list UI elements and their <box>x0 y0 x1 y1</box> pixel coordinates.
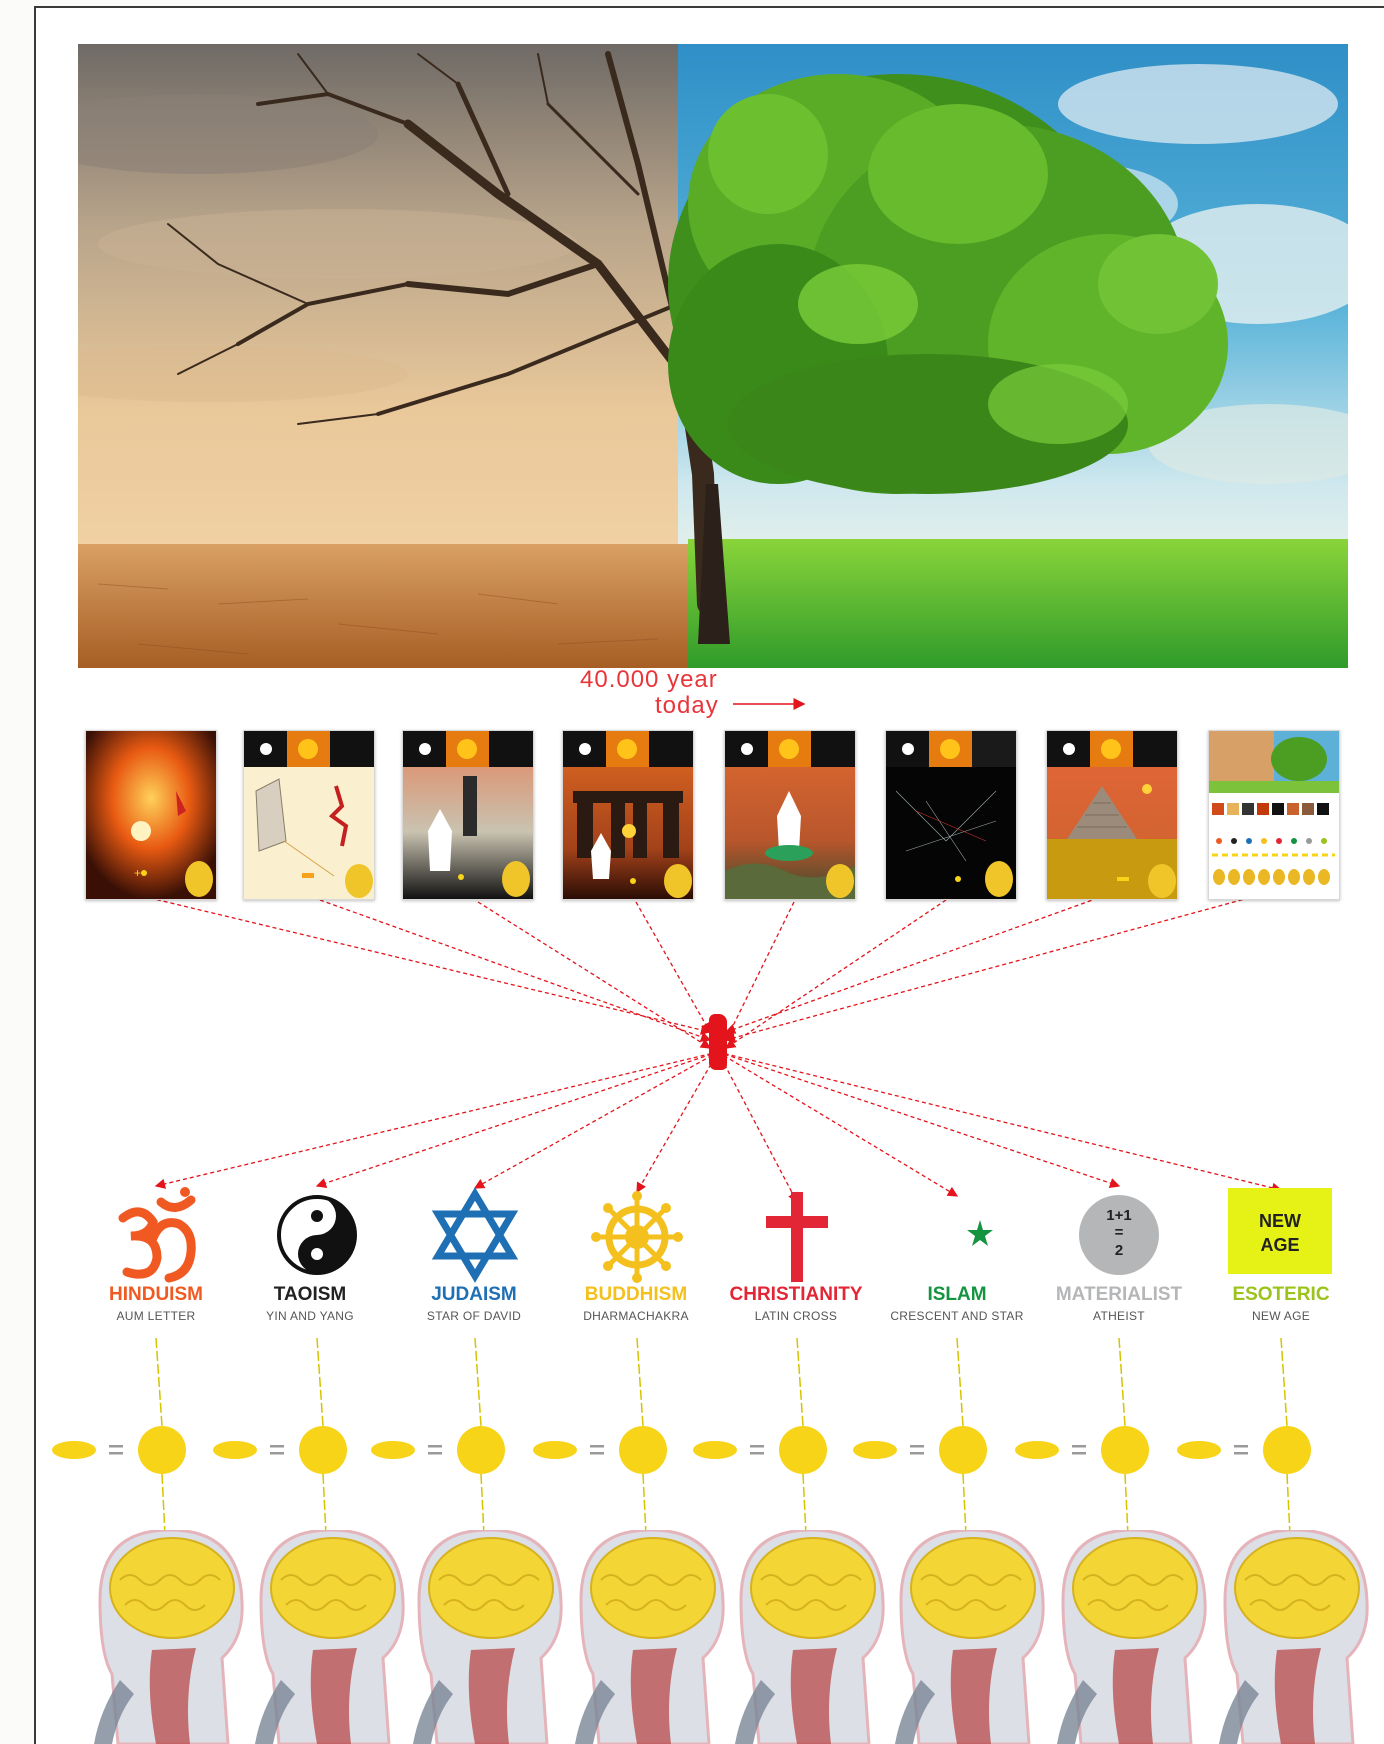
coin-large-5 <box>779 1426 827 1474</box>
link-line-upper-3 <box>474 1337 482 1427</box>
arrow-out-6 <box>717 1051 959 1197</box>
thumb-prophet-water <box>724 730 856 900</box>
brain-head-icon-5 <box>735 1530 885 1744</box>
thumb-cave-painting <box>243 730 375 900</box>
new-age-line1: NEW <box>1259 1211 1301 1231</box>
coin-large-1 <box>138 1426 186 1474</box>
christianity-label: CHRISTIANITY <box>729 1284 863 1305</box>
esoteric-symbol-label: NEW AGE <box>1251 1309 1311 1323</box>
link-line-upper-4 <box>636 1337 644 1427</box>
arrow-in-8 <box>724 895 1257 1043</box>
coin-small-8 <box>1177 1441 1221 1459</box>
new-age-line2: AGE <box>1260 1235 1299 1255</box>
materialist-icon-line2: = <box>1115 1224 1124 1241</box>
timeline-start-label: 40.000 year <box>580 666 718 693</box>
svg-text:+: + <box>134 866 141 880</box>
arrow-out-8 <box>717 1051 1283 1193</box>
equals-bottom-5 <box>750 1452 764 1455</box>
coin-small-5 <box>693 1441 737 1459</box>
esoteric-label: ESOTERIC <box>1232 1284 1330 1305</box>
coin-large-4 <box>619 1426 667 1474</box>
taoism-label: TAOISM <box>273 1284 347 1305</box>
arrow-out-4 <box>636 1051 719 1194</box>
materialist-icon-line3: 2 <box>1115 1242 1123 1259</box>
thumb-summary <box>1208 730 1340 900</box>
thumb-shaman <box>402 730 534 900</box>
latin-cross-icon <box>742 1180 852 1290</box>
equals-top-6 <box>910 1445 924 1448</box>
equals-top-5 <box>750 1445 764 1448</box>
coin-small-4 <box>533 1441 577 1459</box>
coin-large-8 <box>1263 1426 1311 1474</box>
thumb-pyramid <box>1046 730 1178 900</box>
yin-yang-icon <box>262 1180 372 1290</box>
poster: 40.000 year today + 1+1 = 2 NEW AGE HIND… <box>0 0 1384 1744</box>
one-plus-one-icon: 1+1 = 2 <box>1064 1180 1174 1290</box>
equals-top-2 <box>270 1445 284 1448</box>
coin-large-7 <box>1101 1426 1149 1474</box>
coin-small-1 <box>52 1441 96 1459</box>
materialist-label: MATERIALIST <box>1055 1284 1183 1305</box>
judaism-label: JUDAISM <box>431 1284 517 1305</box>
arrows-in <box>149 895 1257 1049</box>
brain-head-icon-3 <box>413 1530 563 1744</box>
equals-top-3 <box>428 1445 442 1448</box>
new-age-icon: NEW AGE <box>1226 1180 1336 1290</box>
coin-small-2 <box>213 1441 257 1459</box>
brain-head-icon-7 <box>1057 1530 1207 1744</box>
link-line-upper-1 <box>155 1337 163 1427</box>
arrow-in-7 <box>724 897 1099 1034</box>
arrow-out-2 <box>315 1051 719 1189</box>
equals-top-1 <box>109 1445 123 1448</box>
arrow-in-4 <box>635 901 711 1034</box>
arrow-in-2 <box>319 899 712 1042</box>
equals-bottom-3 <box>428 1452 442 1455</box>
hinduism-label: HINDUISM <box>109 1284 203 1305</box>
thumb-stonehenge <box>562 730 694 900</box>
link-line-upper-6 <box>956 1337 964 1427</box>
equals-bottom-4 <box>590 1452 604 1455</box>
brain-head-icon-8 <box>1219 1530 1369 1744</box>
equals-top-4 <box>590 1445 604 1448</box>
coin-small-7 <box>1015 1441 1059 1459</box>
coin-large-2 <box>299 1426 347 1474</box>
link-line-upper-7 <box>1118 1337 1126 1427</box>
arrow-out-3 <box>473 1051 719 1189</box>
equals-bottom-1 <box>109 1452 123 1455</box>
brain-head-icon-4 <box>575 1530 725 1744</box>
brain-row <box>94 1530 1369 1744</box>
coin-large-6 <box>939 1426 987 1474</box>
materialist-icon-line1: 1+1 <box>1106 1207 1131 1224</box>
equals-bottom-2 <box>270 1452 284 1455</box>
crescent-star-icon <box>902 1180 1012 1290</box>
equals-bottom-7 <box>1072 1452 1086 1455</box>
coin-small-6 <box>853 1441 897 1459</box>
dharmachakra-icon <box>582 1180 692 1290</box>
link-line-upper-2 <box>316 1337 324 1427</box>
thumb-cave-fire: + <box>85 730 217 900</box>
thumb-dark-lines <box>885 730 1017 900</box>
equals-top-8 <box>1234 1445 1248 1448</box>
timeline-end-label: today <box>655 692 719 719</box>
coin-small-3 <box>371 1441 415 1459</box>
link-line-upper-5 <box>796 1337 804 1427</box>
equals-bottom-8 <box>1234 1452 1248 1455</box>
central-hub <box>709 1014 727 1070</box>
brain-head-icon-1 <box>94 1530 244 1744</box>
aum-icon <box>101 1180 211 1290</box>
arrow-in-1 <box>149 897 712 1035</box>
arrow-in-3 <box>477 901 712 1049</box>
coin-large-3 <box>457 1426 505 1474</box>
star-of-david-icon <box>420 1180 530 1290</box>
brain-head-icon-6 <box>895 1530 1045 1744</box>
arrow-out-1 <box>154 1051 719 1189</box>
islam-label: ISLAM <box>927 1284 987 1305</box>
taoism-symbol-label: YIN AND YANG <box>266 1309 354 1323</box>
equals-bottom-6 <box>910 1452 924 1455</box>
link-line-upper-8 <box>1280 1337 1288 1427</box>
equals-top-7 <box>1072 1445 1086 1448</box>
brain-head-icon-2 <box>255 1530 405 1744</box>
buddhism-label: BUDDHISM <box>584 1284 688 1305</box>
